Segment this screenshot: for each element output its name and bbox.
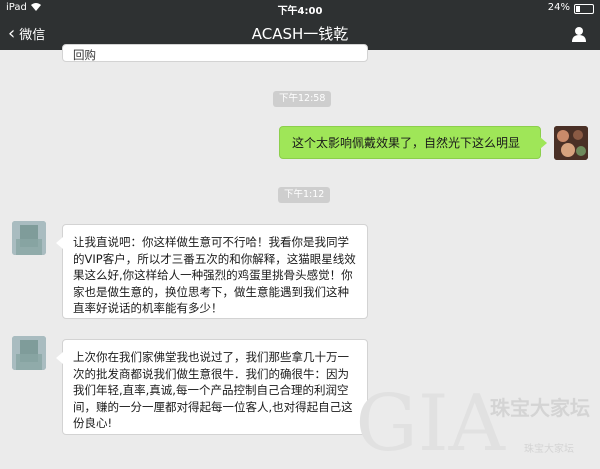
watermark-small: 珠宝大家坛 xyxy=(524,444,574,455)
avatar-contact[interactable] xyxy=(12,221,46,255)
status-bar: iPad 下午4:00 24% xyxy=(0,0,600,17)
battery-icon xyxy=(574,4,594,14)
watermark-name: 珠宝大家坛 xyxy=(490,396,590,420)
person-icon[interactable] xyxy=(570,25,588,43)
message-text: 这个太影响佩戴效果了，自然光下这么明显 xyxy=(292,136,521,150)
message-text: 上次你在我们家佛堂我也说过了，我们那些拿几十万一次的批发商都说我们做生意很牛．我… xyxy=(73,350,353,430)
avatar-contact[interactable] xyxy=(12,336,46,370)
chat-title: ACASH一钱乾 xyxy=(251,25,349,43)
message-bubble-received[interactable]: 上次你在我们家佛堂我也说过了，我们那些拿几十万一次的批发商都说我们做生意很牛．我… xyxy=(56,339,368,435)
avatar-me[interactable] xyxy=(554,126,588,160)
clock: 下午4:00 xyxy=(277,6,323,17)
message-bubble-sent[interactable]: 这个太影响佩戴效果了，自然光下这么明显 xyxy=(279,126,547,159)
message-text: 让我直说吧：你这样做生意可不行哈！我看你是我同学的VIP客户，所以才三番五次的和… xyxy=(73,235,356,315)
message-bubble-partial[interactable]: 回购 xyxy=(62,44,368,62)
timestamp: 下午12:58 xyxy=(273,91,332,107)
battery-percent: 24% xyxy=(547,2,570,13)
message-text: 回购 xyxy=(73,48,96,62)
watermark-letters: GIA xyxy=(355,379,505,469)
message-bubble-received[interactable]: 让我直说吧：你这样做生意可不行哈！我看你是我同学的VIP客户，所以才三番五次的和… xyxy=(56,224,368,319)
timestamp: 下午1:12 xyxy=(278,187,331,203)
